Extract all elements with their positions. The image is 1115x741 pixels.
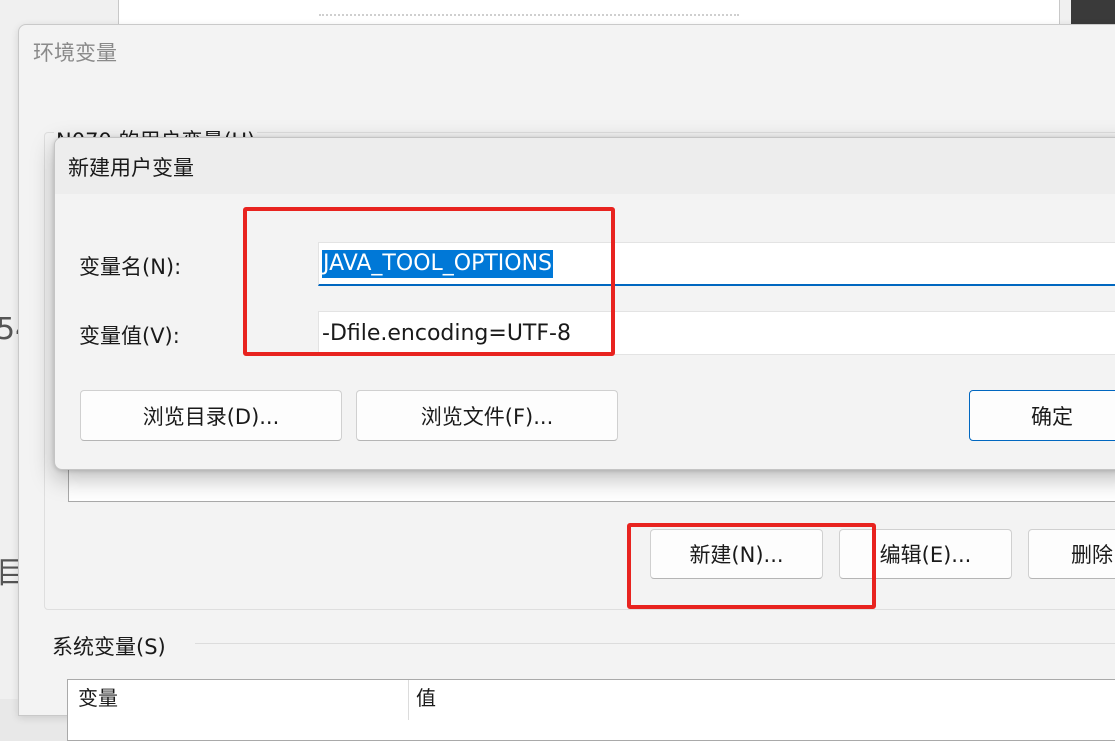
dialog-title: 新建用户变量 (68, 156, 194, 180)
user-variables-list[interactable] (68, 465, 1115, 502)
variable-value-field[interactable]: -Dfile.encoding=UTF-8 (318, 311, 1115, 355)
column-separator[interactable] (408, 680, 409, 720)
new-user-variable-dialog: 新建用户变量 变量名(N): JAVA_TOOL_OPTIONS 变量值(V):… (54, 137, 1115, 470)
browse-directory-button[interactable]: 浏览目录(D)... (80, 390, 342, 441)
edit-button[interactable]: 编辑(E)... (839, 529, 1012, 579)
selected-variable-name: JAVA_TOOL_OPTIONS (322, 249, 554, 278)
column-header-variable[interactable]: 变量 (78, 682, 118, 711)
window-title: 环境变量 (33, 41, 117, 65)
background-window-content (118, 0, 1060, 24)
background-dark-edge (1071, 0, 1115, 24)
browse-file-button[interactable]: 浏览文件(F)... (356, 390, 618, 441)
delete-button[interactable]: 删除 (1028, 529, 1115, 579)
system-variables-table[interactable]: 变量 值 (67, 679, 1115, 741)
system-variables-label: 系统变量(S) (52, 635, 166, 659)
variable-name-label: 变量名(N): (79, 255, 182, 279)
variable-value-label: 变量值(V): (79, 324, 180, 348)
ok-button[interactable]: 确定 (969, 390, 1115, 441)
system-variables-divider (195, 643, 1115, 644)
variable-value-text: -Dfile.encoding=UTF-8 (322, 320, 571, 346)
dialog-titlebar[interactable]: 新建用户变量 (55, 138, 1115, 194)
column-header-value[interactable]: 值 (416, 682, 436, 711)
variable-name-field[interactable]: JAVA_TOOL_OPTIONS (318, 242, 1115, 286)
new-button[interactable]: 新建(N)... (650, 529, 823, 579)
